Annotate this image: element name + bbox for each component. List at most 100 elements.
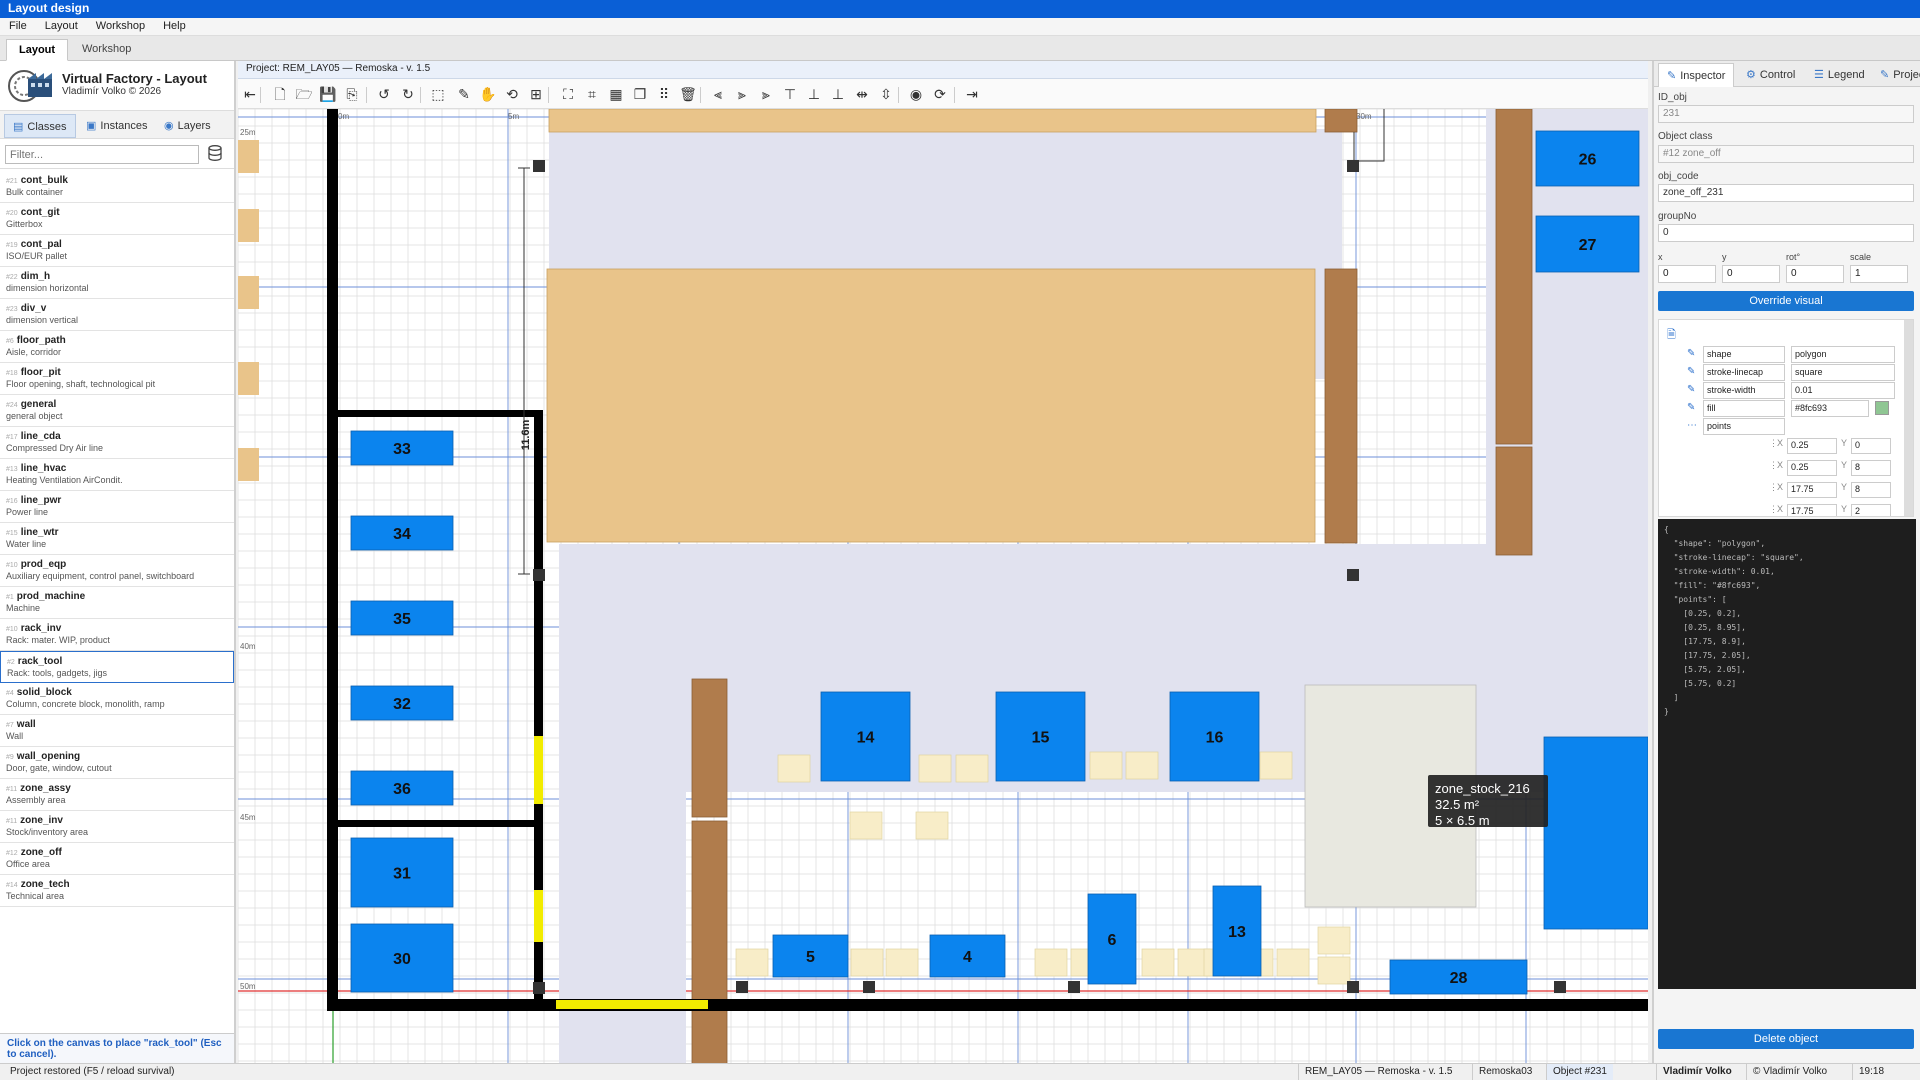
- tab-workshop[interactable]: Workshop: [70, 39, 143, 61]
- open-folder-icon[interactable]: 🗁: [294, 84, 314, 104]
- door-opening[interactable]: [556, 1000, 708, 1009]
- group-no-input[interactable]: 0: [1658, 224, 1914, 242]
- layout-canvas[interactable]: 0m5m30m35m25m40m45m50m11.6m3334353236313…: [238, 109, 1648, 1063]
- pallet[interactable]: [1089, 751, 1123, 780]
- class-item-div_v[interactable]: #23 div_v dimension vertical: [0, 299, 234, 331]
- pallet[interactable]: [1125, 751, 1159, 780]
- align-bottom-icon[interactable]: ⊥: [828, 84, 848, 104]
- class-item-zone_inv[interactable]: #11 zone_inv Stock/inventory area: [0, 811, 234, 843]
- align-center-h-icon[interactable]: ⫸: [732, 84, 752, 104]
- point-y-input[interactable]: 2: [1851, 504, 1891, 516]
- class-item-zone_off[interactable]: #12 zone_off Office area: [0, 843, 234, 875]
- wall[interactable]: [327, 109, 338, 1011]
- prop-value[interactable]: polygon: [1791, 346, 1895, 363]
- edit-pencil-icon[interactable]: ✎: [1687, 348, 1699, 359]
- column-block[interactable]: [1347, 569, 1359, 581]
- class-item-rack_tool[interactable]: #2 rack_tool Rack: tools, gadgets, jigs: [0, 651, 234, 683]
- document-icon[interactable]: 🗎: [1667, 326, 1676, 345]
- class-item-wall_opening[interactable]: #9 wall_opening Door, gate, window, cutout: [0, 747, 234, 779]
- obj-code-input[interactable]: zone_off_231: [1658, 184, 1914, 202]
- rack-zone[interactable]: [1324, 109, 1358, 133]
- collapse-left-icon[interactable]: ⇤: [240, 84, 260, 104]
- new-file-icon[interactable]: 🗋: [270, 84, 290, 104]
- pallet[interactable]: [1317, 926, 1351, 955]
- prop-value[interactable]: #8fc693: [1791, 400, 1869, 417]
- menu-help[interactable]: Help: [154, 18, 195, 34]
- class-item-zone_assy[interactable]: #11 zone_assy Assembly area: [0, 779, 234, 811]
- class-item-line_hvac[interactable]: #13 line_hvac Heating Ventilation AirCondi…: [0, 459, 234, 491]
- column-block[interactable]: [1068, 981, 1080, 993]
- fill-color-swatch[interactable]: [1875, 401, 1889, 415]
- pallet[interactable]: [1141, 948, 1175, 977]
- wall[interactable]: [334, 820, 543, 827]
- rotate-icon[interactable]: ⟲: [502, 84, 522, 104]
- menu-file[interactable]: File: [0, 18, 36, 34]
- tab-classes[interactable]: ▤ Classes: [4, 114, 76, 138]
- pallet[interactable]: [918, 754, 952, 783]
- tab-instances[interactable]: ▣ Instances: [78, 114, 156, 138]
- edit-pencil-icon[interactable]: ✎: [1687, 384, 1699, 395]
- rack-zone[interactable]: [691, 678, 728, 818]
- tab-layout[interactable]: Layout: [6, 39, 69, 61]
- rack-zone[interactable]: [691, 820, 728, 1063]
- door-opening[interactable]: [534, 890, 543, 942]
- class-item-cont_bulk[interactable]: #21 cont_bulk Bulk container: [0, 171, 234, 203]
- class-item-line_wtr[interactable]: #15 line_wtr Water line: [0, 523, 234, 555]
- x-input[interactable]: 0: [1658, 265, 1716, 283]
- point-y-input[interactable]: 0: [1851, 438, 1891, 454]
- align-center-v-icon[interactable]: ⊥: [804, 84, 824, 104]
- prop-key[interactable]: stroke-linecap: [1703, 364, 1785, 381]
- distribute-h-icon[interactable]: ⇹: [852, 84, 872, 104]
- tab-legend[interactable]: ☰ Legend: [1806, 63, 1873, 87]
- edit-pencil-icon[interactable]: ✎: [1687, 366, 1699, 377]
- class-item-dim_h[interactable]: #22 dim_h dimension horizontal: [0, 267, 234, 299]
- pallet[interactable]: [849, 811, 883, 840]
- tab-layers[interactable]: ◉ Layers: [156, 114, 219, 138]
- tab-project[interactable]: ✎Projec: [1872, 63, 1920, 87]
- office-zone[interactable]: [548, 109, 1317, 133]
- point-y-input[interactable]: 8: [1851, 460, 1891, 476]
- database-icon[interactable]: [208, 145, 224, 163]
- pallet[interactable]: [1259, 751, 1293, 780]
- more-icon[interactable]: ⋯: [1687, 420, 1699, 431]
- column-block[interactable]: [736, 981, 748, 993]
- distribute-v-icon[interactable]: ⇳: [876, 84, 896, 104]
- rack-zone[interactable]: [1324, 268, 1358, 544]
- class-item-cont_git[interactable]: #20 cont_git Gitterbox: [0, 203, 234, 235]
- pallet[interactable]: [915, 811, 949, 840]
- visibility-icon[interactable]: ◉: [906, 84, 926, 104]
- class-item-line_cda[interactable]: #17 line_cda Compressed Dry Air line: [0, 427, 234, 459]
- prop-key[interactable]: stroke-width: [1703, 382, 1785, 399]
- y-input[interactable]: 0: [1722, 265, 1780, 283]
- props-scrollbar[interactable]: [1904, 320, 1913, 516]
- wall[interactable]: [334, 410, 543, 417]
- point-x-input[interactable]: 17.75: [1787, 482, 1837, 498]
- class-item-zone_tech[interactable]: #14 zone_tech Technical area: [0, 875, 234, 907]
- redo-icon[interactable]: ↻: [398, 84, 418, 104]
- class-item-cont_pal[interactable]: #19 cont_pal ISO/EUR pallet: [0, 235, 234, 267]
- class-item-floor_pit[interactable]: #18 floor_pit Floor opening, shaft, techno…: [0, 363, 234, 395]
- duplicate-icon[interactable]: ❐: [630, 84, 650, 104]
- rot-input[interactable]: 0: [1786, 265, 1844, 283]
- machine-unlabeled[interactable]: [1543, 736, 1648, 930]
- class-item-wall[interactable]: #7 wall Wall: [0, 715, 234, 747]
- select-icon[interactable]: ⬚: [428, 84, 448, 104]
- prop-key[interactable]: points: [1703, 418, 1785, 435]
- pallet[interactable]: [850, 948, 884, 977]
- rack-zone[interactable]: [1495, 109, 1533, 445]
- point-x-input[interactable]: 0.25: [1787, 438, 1837, 454]
- undo-icon[interactable]: ↺: [374, 84, 394, 104]
- fit-icon[interactable]: ⛶: [558, 84, 578, 104]
- column-block[interactable]: [1554, 981, 1566, 993]
- door-opening[interactable]: [534, 736, 543, 804]
- json-preview[interactable]: { "shape": "polygon", "stroke-linecap": …: [1658, 519, 1916, 989]
- class-item-solid_block[interactable]: #4 solid_block Column, concrete block, mon…: [0, 683, 234, 715]
- column-block[interactable]: [533, 160, 545, 172]
- point-x-input[interactable]: 17.75: [1787, 504, 1837, 516]
- snap-icon[interactable]: ⌗: [582, 84, 602, 104]
- prop-value[interactable]: 0.01: [1791, 382, 1895, 399]
- column-block[interactable]: [533, 982, 545, 994]
- column-block[interactable]: [533, 569, 545, 581]
- pallet[interactable]: [735, 948, 769, 977]
- grid-array-icon[interactable]: ⠿: [654, 84, 674, 104]
